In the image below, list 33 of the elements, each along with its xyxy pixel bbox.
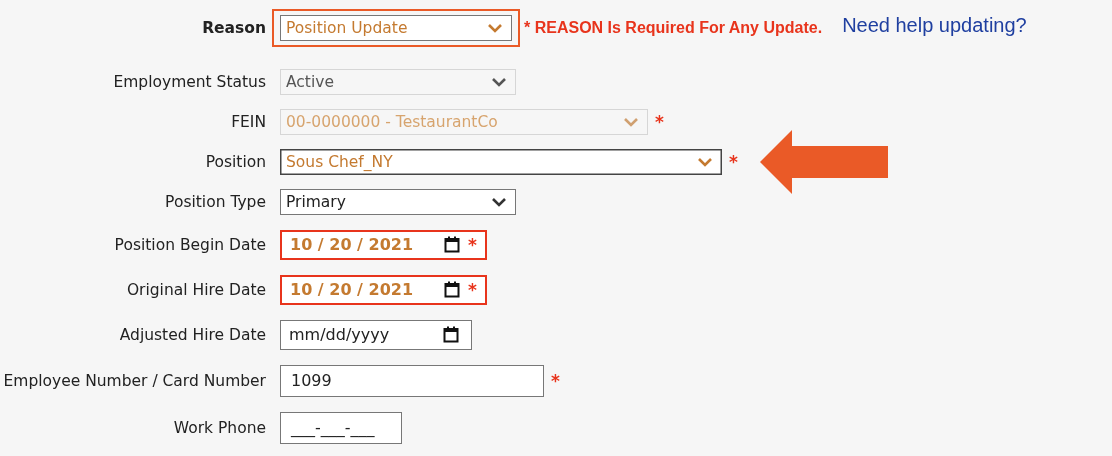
input-field[interactable]: 1099 (280, 364, 544, 397)
field-label: Reason (202, 19, 266, 37)
chevron-icon (623, 117, 639, 127)
date-field[interactable]: 10 / 20 / 2021 * (280, 229, 487, 260)
field-label: Position Type (165, 193, 266, 211)
pointer-arrow-icon (759, 130, 888, 194)
required-note: * REASON Is Required For Any Update. (524, 19, 823, 37)
field-label: Position (205, 153, 266, 171)
calendar-icon (444, 281, 460, 298)
field-label: Original Hire Date (126, 280, 266, 299)
required-marker: * (729, 152, 738, 172)
date-field[interactable]: mm/dd/yyyy (280, 319, 472, 350)
dropdown-field[interactable]: Primary (280, 189, 516, 215)
field-label: FEIN (231, 113, 266, 131)
help-link[interactable]: Need help updating? (842, 13, 1027, 37)
chevron-icon (487, 23, 503, 33)
required-marker: * (551, 370, 560, 391)
required-marker: * (655, 112, 664, 132)
chevron-icon (491, 77, 507, 87)
field-label: Adjusted Hire Date (119, 325, 266, 344)
dropdown-field[interactable]: Sous Chef_NY (280, 149, 722, 175)
field-label: Employee Number / Card Number (3, 371, 266, 390)
field-label: Employment Status (113, 73, 266, 91)
input-field[interactable]: ___-___-___ (280, 411, 402, 444)
calendar-icon (443, 326, 459, 343)
chevron-icon (491, 197, 507, 207)
required-marker: * (468, 234, 477, 255)
calendar-icon (444, 236, 460, 253)
field-label: Work Phone (173, 418, 266, 437)
required-marker: * (468, 279, 477, 300)
date-field[interactable]: 10 / 20 / 2021 * (280, 274, 487, 305)
field-label: Position Begin Date (114, 235, 266, 254)
chevron-icon (697, 157, 713, 167)
